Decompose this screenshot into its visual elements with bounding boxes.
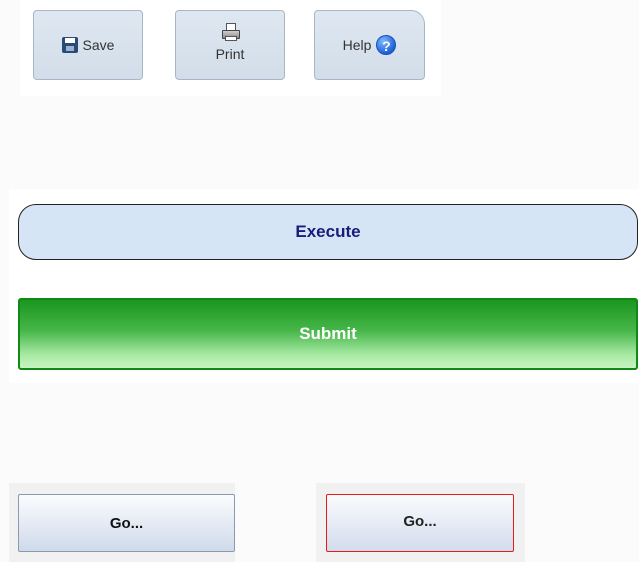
save-button[interactable]: Save xyxy=(33,10,143,80)
execute-button[interactable]: Execute xyxy=(18,204,638,260)
help-label: Help xyxy=(342,37,372,53)
submit-button[interactable]: Submit xyxy=(18,298,638,370)
action-panel: Execute Submit xyxy=(9,189,639,383)
help-question-icon: ? xyxy=(376,35,397,55)
save-label: Save xyxy=(82,37,115,53)
print-button-content: Print xyxy=(176,23,284,62)
toolbar: Save Print Help ? xyxy=(20,0,441,96)
submit-label: Submit xyxy=(299,324,357,343)
go-label-primary: Go... xyxy=(109,514,144,532)
floppy-disk-icon xyxy=(61,37,78,53)
go-label-secondary: Go... xyxy=(403,513,437,530)
save-button-content: Save xyxy=(34,11,142,79)
print-button[interactable]: Print xyxy=(175,10,285,80)
go-button-primary[interactable]: Go... xyxy=(18,494,235,552)
printer-icon xyxy=(221,23,240,41)
print-label: Print xyxy=(215,46,245,62)
execute-label: Execute xyxy=(295,222,361,241)
go-button-container-primary: Go... xyxy=(9,483,235,562)
go-button-container-secondary: Go... xyxy=(316,483,525,562)
help-button-content: Help ? xyxy=(315,11,424,79)
go-button-secondary[interactable]: Go... xyxy=(326,494,514,552)
help-button[interactable]: Help ? xyxy=(314,10,425,80)
